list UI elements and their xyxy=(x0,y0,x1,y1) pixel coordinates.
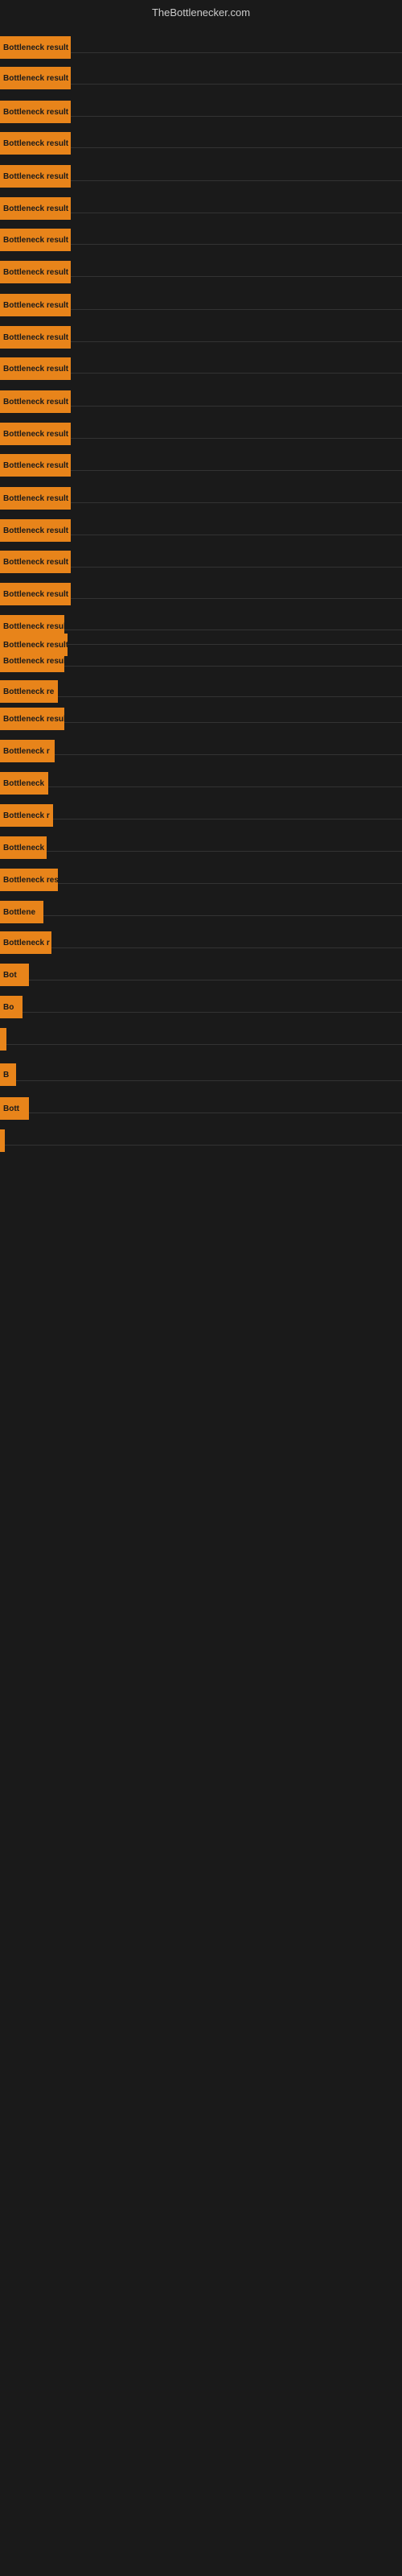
bar-label: Bottlene xyxy=(3,908,35,917)
bar-item: Bottleneck result xyxy=(0,708,64,730)
bar-item: Bottleneck res xyxy=(0,869,58,891)
bar-item: Bottleneck result xyxy=(0,519,71,542)
bar-label: Bottleneck result xyxy=(3,526,68,535)
bar-item: Bottlene xyxy=(0,901,43,923)
separator-line xyxy=(0,915,402,916)
bar-label: Bottleneck result xyxy=(3,715,64,724)
bar-label: Bottleneck xyxy=(3,779,44,788)
bar-item: Bottleneck re xyxy=(0,680,58,703)
bar-label: Bottleneck xyxy=(3,844,44,852)
bar-label: Bottleneck result xyxy=(3,398,68,407)
bar-item: Bottleneck result xyxy=(0,165,71,188)
bar-item xyxy=(0,1028,6,1051)
bar-label: Bottleneck result xyxy=(3,108,68,117)
bar-label: Bottleneck result xyxy=(3,268,68,277)
bar-item: Bottleneck result xyxy=(0,229,71,251)
bar-item: Bot xyxy=(0,964,29,986)
separator-line xyxy=(0,754,402,755)
bar-item: Bottleneck result xyxy=(0,261,71,283)
separator-line xyxy=(0,947,402,948)
bar-label: Bottleneck result xyxy=(3,558,68,567)
bar-item: Bottleneck result xyxy=(0,197,71,220)
bar-item: Bottleneck result xyxy=(0,454,71,477)
bar-label: Bottleneck result xyxy=(3,365,68,374)
bar-item: Bottleneck result xyxy=(0,36,71,59)
bar-label: Bottleneck r xyxy=(3,811,50,820)
bar-label: Bo xyxy=(3,1003,14,1012)
separator-line xyxy=(0,696,402,697)
bar-label: Bottleneck r xyxy=(3,939,50,947)
separator-line xyxy=(0,851,402,852)
bar-label: Bottleneck result xyxy=(3,43,68,52)
header: TheBottlenecker.com xyxy=(0,0,402,22)
chart-area: Bottleneck result Bottleneck result Bottle… xyxy=(0,22,402,2557)
bar-item: Bo xyxy=(0,996,23,1018)
bar-item: Bottleneck result xyxy=(0,132,71,155)
bar-item: Bottleneck r xyxy=(0,740,55,762)
bar-item: Bottleneck result xyxy=(0,551,71,573)
bar-label: Bottleneck r xyxy=(3,747,50,756)
bar-item: Bottleneck result xyxy=(0,326,71,349)
separator-line xyxy=(0,786,402,787)
bar-item: Bottleneck result xyxy=(0,67,71,89)
bar-item: Bottleneck result xyxy=(0,423,71,445)
bar-item xyxy=(0,1129,5,1152)
bar-label: B xyxy=(3,1071,9,1080)
bar-item: Bottleneck r xyxy=(0,931,51,954)
bar-label: Bottleneck result xyxy=(3,74,68,83)
separator-line xyxy=(0,883,402,884)
bar-item: Bottleneck result xyxy=(0,294,71,316)
bar-label: Bottleneck result xyxy=(3,301,68,310)
bar-item: Bottleneck result xyxy=(0,583,71,605)
bar-item: Bottleneck result xyxy=(0,101,71,123)
separator-line xyxy=(0,1145,402,1146)
bar-item: Bottleneck result xyxy=(0,650,64,672)
separator-line xyxy=(0,1080,402,1081)
bar-item: Bottleneck r xyxy=(0,804,53,827)
bar-item: Bottleneck result xyxy=(0,390,71,413)
bar-label: Bottleneck res xyxy=(3,876,58,885)
bar-label: Bottleneck result xyxy=(3,333,68,342)
bar-item: B xyxy=(0,1063,16,1086)
bar-label: Bot xyxy=(3,971,17,980)
bar-label: Bottleneck result xyxy=(3,139,68,148)
bar-label: Bott xyxy=(3,1104,19,1113)
bar-label: Bottleneck result xyxy=(3,430,68,439)
separator-line xyxy=(0,1012,402,1013)
bar-label: Bottleneck re xyxy=(3,687,54,696)
bar-item: Bottleneck xyxy=(0,772,48,795)
bar-item: Bott xyxy=(0,1097,29,1120)
bar-label: Bottleneck result xyxy=(3,236,68,245)
bar-label: Bottleneck result xyxy=(3,590,68,599)
bar-item: Bottleneck result xyxy=(0,357,71,380)
bar-label: Bottleneck result xyxy=(3,657,64,666)
bar-label: Bottleneck result xyxy=(3,622,64,631)
bar-item: Bottleneck xyxy=(0,836,47,859)
bar-label: Bottleneck result xyxy=(3,494,68,503)
bar-label: Bottleneck result xyxy=(3,172,68,181)
bar-label: Bottleneck result xyxy=(3,641,68,650)
bar-label: Bottleneck result xyxy=(3,461,68,470)
separator-line xyxy=(0,1044,402,1045)
site-title: TheBottlenecker.com xyxy=(0,0,402,22)
bar-label: Bottleneck result xyxy=(3,204,68,213)
bar-item: Bottleneck result xyxy=(0,487,71,510)
